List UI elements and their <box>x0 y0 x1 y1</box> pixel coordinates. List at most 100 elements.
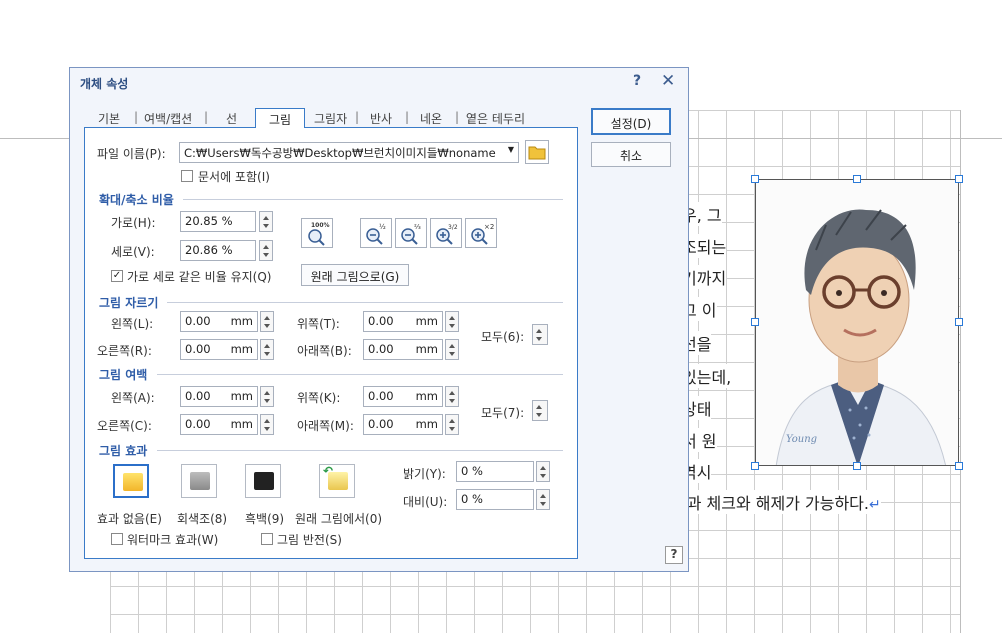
ok-button[interactable]: 설정(D) <box>591 108 671 135</box>
margin-left-input[interactable]: 0.00 mm <box>180 386 258 407</box>
crop-top-value: 0.00 <box>368 314 394 328</box>
scale-width-label: 가로(H): <box>111 216 156 230</box>
effect-blackwhite-label: 흑백(9) <box>245 512 285 526</box>
zoom-double-button[interactable]: ×2 <box>465 218 497 248</box>
tab-separator: | <box>134 110 139 124</box>
object-properties-dialog: 개체 속성 ? ✕ 기본 | 여백/캡션 | 선 그림 그림자 | 반사 | 네… <box>69 67 689 572</box>
crop-right-spinner[interactable] <box>260 339 274 360</box>
close-button[interactable]: ✕ <box>661 71 675 91</box>
crop-left-label: 왼쪽(L): <box>111 317 154 331</box>
undo-arrow-icon: ↶ <box>323 464 334 478</box>
chevron-down-icon: ▼ <box>507 145 514 154</box>
resize-handle-s[interactable] <box>853 462 861 470</box>
zoom-three-halves-button[interactable]: 3/2 <box>430 218 462 248</box>
margin-right-spinner[interactable] <box>260 414 274 435</box>
dialog-titlebar[interactable]: 개체 속성 ? ✕ <box>70 68 688 98</box>
crop-bottom-input[interactable]: 0.00 mm <box>363 339 443 360</box>
crop-right-value: 0.00 <box>185 342 211 356</box>
resize-handle-sw[interactable] <box>751 462 759 470</box>
svg-text:×2: ×2 <box>484 223 494 231</box>
scale-width-spinner[interactable] <box>259 211 273 232</box>
unit-label: mm <box>415 342 438 356</box>
brightness-input[interactable]: 0 % <box>456 461 534 482</box>
zoom-two-thirds-button[interactable]: ⅔ <box>395 218 427 248</box>
page-margin-line <box>960 110 961 633</box>
tab-basic[interactable]: 기본 <box>98 110 120 127</box>
original-size-button[interactable]: 원래 그림으로(G) <box>301 264 409 286</box>
scale-width-input[interactable]: 20.85 % <box>180 211 256 232</box>
tab-line[interactable]: 선 <box>226 110 237 127</box>
unit-label: mm <box>230 389 253 403</box>
paragraph-mark-icon: ↵ <box>868 497 881 513</box>
brightness-spinner[interactable] <box>536 461 550 482</box>
effect-original-label: 원래 그림에서(0) <box>295 512 383 526</box>
help-button[interactable]: ? <box>633 73 641 89</box>
zoom-100-button[interactable]: 100% <box>301 218 333 248</box>
margin-top-input[interactable]: 0.00 mm <box>363 386 443 407</box>
tab-neon[interactable]: 네온 <box>420 110 442 127</box>
contrast-input[interactable]: 0 % <box>456 489 534 510</box>
crop-bottom-spinner[interactable] <box>445 339 459 360</box>
scale-height-spinner[interactable] <box>259 240 273 261</box>
file-name-combobox[interactable]: C:₩Users₩독수공방₩Desktop₩브런치이미지들₩noname ▼ <box>179 142 519 163</box>
tab-reflection[interactable]: 반사 <box>370 110 392 127</box>
crop-right-label: 오른쪽(R): <box>97 344 152 358</box>
margin-left-label: 왼쪽(A): <box>111 391 155 405</box>
margin-right-value: 0.00 <box>185 417 211 431</box>
crop-all-spinner[interactable] <box>532 324 548 345</box>
effect-original-button[interactable]: ↶ <box>319 464 355 498</box>
effect-grayscale-button[interactable] <box>181 464 217 498</box>
contrast-spinner[interactable] <box>536 489 550 510</box>
crop-top-input[interactable]: 0.00 mm <box>363 311 443 332</box>
help-icon-button[interactable]: ? <box>665 546 683 564</box>
tab-shadow[interactable]: 그림자 <box>314 110 347 127</box>
resize-handle-w[interactable] <box>751 318 759 326</box>
zoom-out-icon: ⅔ <box>401 223 421 245</box>
resize-handle-se[interactable] <box>955 462 963 470</box>
effect-none-button[interactable] <box>113 464 149 498</box>
tab-picture[interactable]: 그림 <box>255 108 305 128</box>
crop-bottom-value: 0.00 <box>368 342 394 356</box>
crop-all-label: 모두(6): <box>481 330 525 344</box>
margin-bottom-spinner[interactable] <box>445 414 459 435</box>
zoom-half-button[interactable]: ½ <box>360 218 392 248</box>
tab-soft-edge[interactable]: 옅은 테두리 <box>466 110 525 127</box>
crop-top-spinner[interactable] <box>445 311 459 332</box>
crop-left-input[interactable]: 0.00 mm <box>180 311 258 332</box>
crop-left-value: 0.00 <box>185 314 211 328</box>
resize-handle-nw[interactable] <box>751 175 759 183</box>
margin-bottom-value: 0.00 <box>368 417 394 431</box>
cancel-button[interactable]: 취소 <box>591 142 671 167</box>
crop-top-label: 위쪽(T): <box>297 317 340 331</box>
selected-picture[interactable]: Young <box>755 179 959 466</box>
watermark-checkbox[interactable] <box>111 533 123 545</box>
unit-label: mm <box>230 342 253 356</box>
tab-margin-caption[interactable]: 여백/캡션 <box>144 110 192 127</box>
section-divider <box>183 199 563 200</box>
margin-all-label: 모두(7): <box>481 406 525 420</box>
keep-ratio-checkbox[interactable]: ✓ <box>111 270 123 282</box>
resize-handle-n[interactable] <box>853 175 861 183</box>
margin-bottom-label: 아래쪽(M): <box>297 419 354 433</box>
margin-top-spinner[interactable] <box>445 386 459 407</box>
browse-folder-button[interactable] <box>525 140 549 164</box>
margin-left-spinner[interactable] <box>260 386 274 407</box>
zoom-out-icon: ½ <box>366 223 386 245</box>
scale-height-input[interactable]: 20.86 % <box>180 240 256 261</box>
crop-right-input[interactable]: 0.00 mm <box>180 339 258 360</box>
margin-all-spinner[interactable] <box>532 400 548 421</box>
margin-right-input[interactable]: 0.00 mm <box>180 414 258 435</box>
svg-text:⅔: ⅔ <box>414 223 421 231</box>
margin-section-title: 그림 여백 <box>99 368 148 382</box>
resize-handle-ne[interactable] <box>955 175 963 183</box>
margin-bottom-input[interactable]: 0.00 mm <box>363 414 443 435</box>
crop-left-spinner[interactable] <box>260 311 274 332</box>
effect-blackwhite-button[interactable] <box>245 464 281 498</box>
unit-label: mm <box>230 314 253 328</box>
file-name-label: 파일 이름(P): <box>97 147 166 161</box>
margin-top-label: 위쪽(K): <box>297 391 341 405</box>
document-text-line: 있는데, <box>682 364 732 388</box>
include-in-document-checkbox[interactable] <box>181 170 193 182</box>
invert-checkbox[interactable] <box>261 533 273 545</box>
resize-handle-e[interactable] <box>955 318 963 326</box>
